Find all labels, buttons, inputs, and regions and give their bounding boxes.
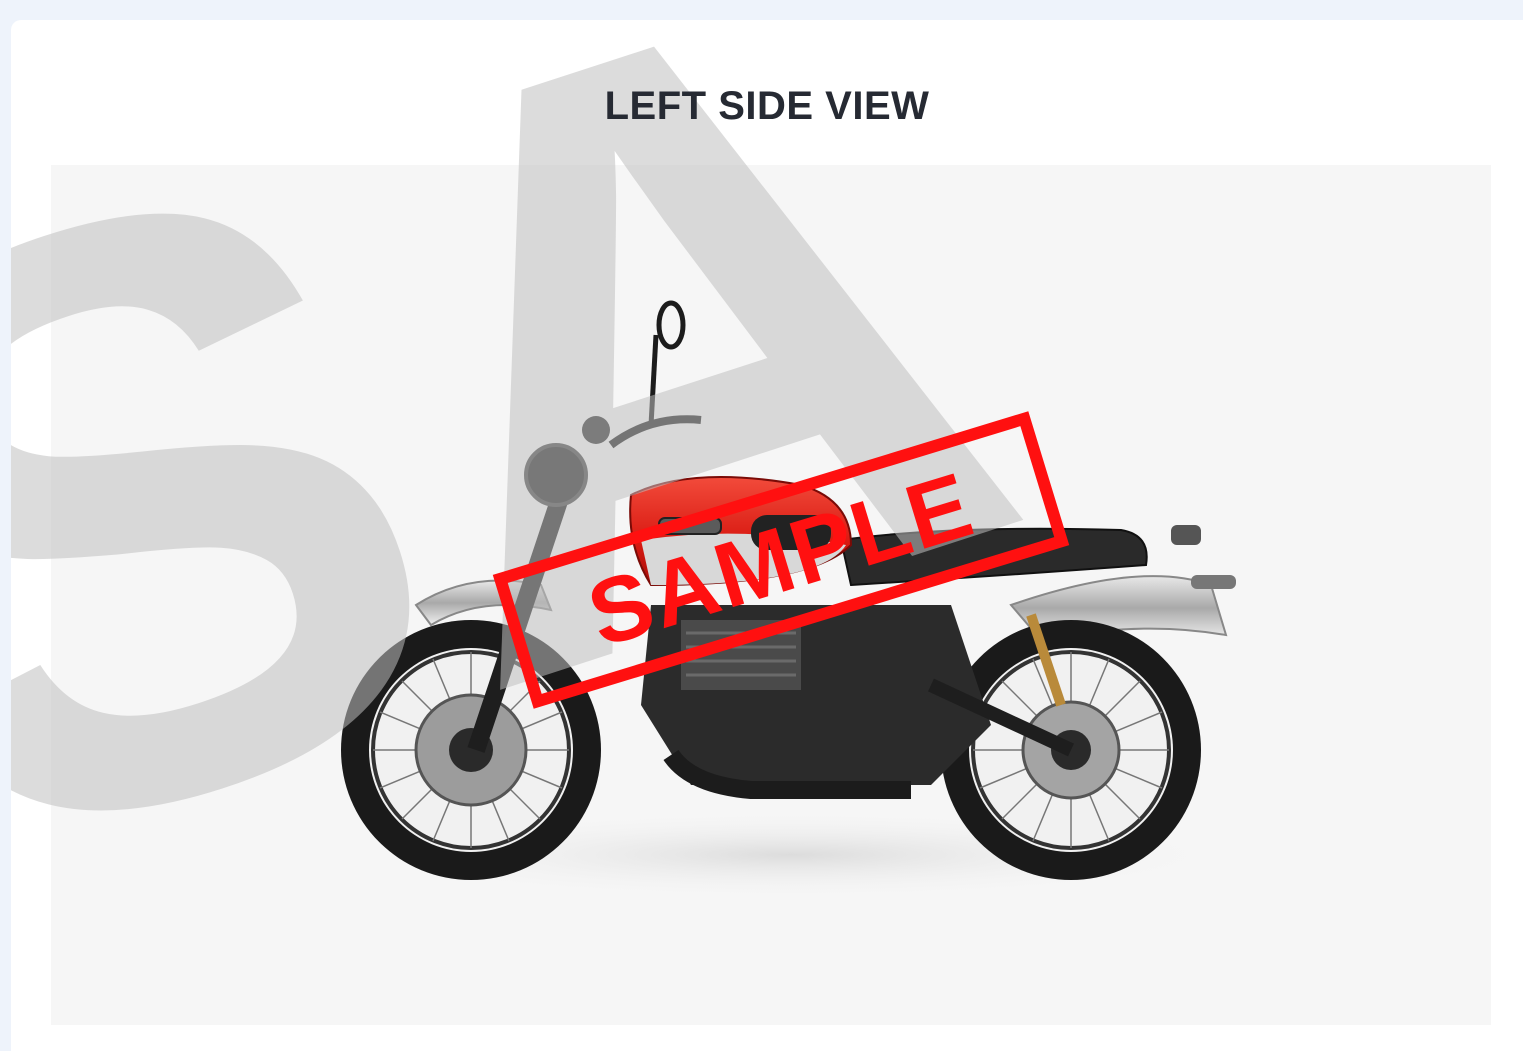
speedometer bbox=[582, 416, 610, 444]
rear-indicator bbox=[1191, 575, 1236, 589]
tail-light bbox=[1171, 525, 1201, 545]
headlight bbox=[524, 443, 588, 507]
mirror bbox=[656, 300, 686, 350]
view-card: SA LEFT SIDE VIEW SAMPLE bbox=[11, 20, 1523, 1051]
mirror-stem bbox=[648, 334, 659, 426]
page-title: LEFT SIDE VIEW bbox=[604, 84, 930, 128]
handlebar bbox=[608, 415, 702, 449]
